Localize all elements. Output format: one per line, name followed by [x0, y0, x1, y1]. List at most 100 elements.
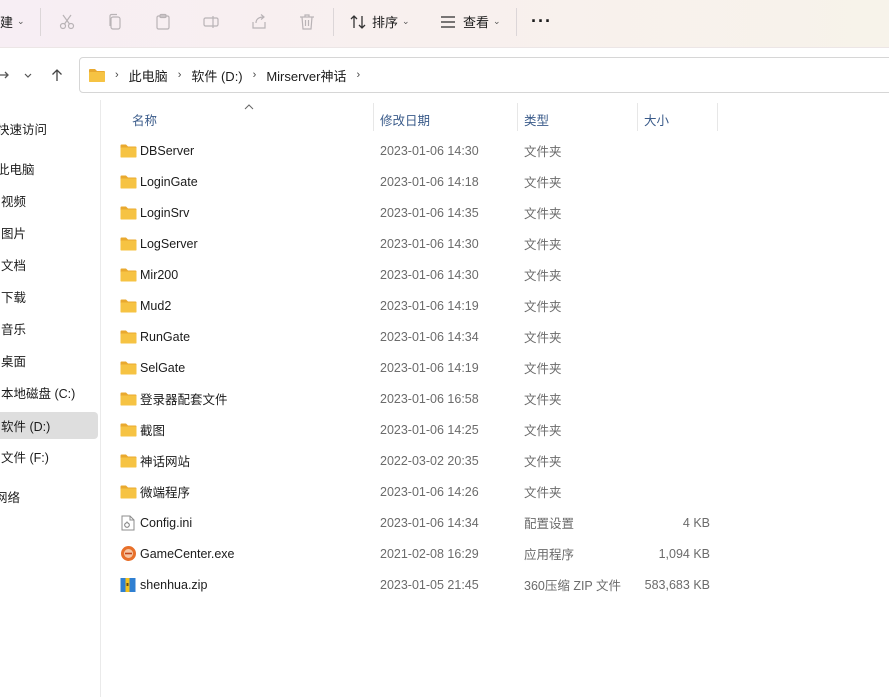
sidebar-item-desktop[interactable]: 桌面	[0, 347, 98, 374]
share-icon	[249, 12, 269, 32]
breadcrumb-mirserver[interactable]: Mirserver神话	[266, 66, 346, 85]
toolbar-divider	[40, 8, 41, 36]
paste-button[interactable]	[153, 0, 173, 43]
file-row[interactable]: 截图 2023-01-06 14:25 文件夹	[112, 414, 722, 445]
file-date-modified: 2023-01-06 14:25	[380, 422, 479, 437]
sidebar-item-label: 视频	[1, 195, 27, 209]
file-row[interactable]: DBServer 2023-01-06 14:30 文件夹	[112, 135, 722, 166]
breadcrumb-separator-icon: ›	[177, 69, 182, 81]
file-type: 文件夹	[524, 238, 562, 252]
forward-arrow-icon[interactable]	[0, 66, 14, 84]
folder-icon	[119, 321, 137, 352]
toolbar-divider	[333, 8, 334, 36]
file-row[interactable]: GameCenter.exe 2021-02-08 16:29 应用程序 1,094 …	[112, 538, 722, 569]
chevron-down-icon: ⌄	[493, 16, 501, 26]
file-name: Config.ini	[140, 515, 193, 530]
breadcrumb-drive-d[interactable]: 软件 (D:)	[191, 66, 242, 85]
sidebar-item-documents[interactable]: 文档	[0, 251, 98, 278]
toolbar-divider	[516, 8, 517, 36]
share-button[interactable]	[249, 0, 269, 43]
file-type: 文件夹	[524, 393, 562, 407]
file-name: shenhua.zip	[140, 577, 208, 592]
folder-icon	[119, 383, 137, 414]
sidebar-item-network[interactable]: 网络	[0, 483, 98, 510]
file-date-modified: 2023-01-06 14:19	[380, 298, 479, 313]
breadcrumb-separator-icon: ›	[115, 69, 119, 81]
column-header-type[interactable]: 类型	[524, 108, 549, 130]
file-row[interactable]: 微端程序 2023-01-06 14:26 文件夹	[112, 476, 722, 507]
sort-label: 排序	[372, 15, 399, 30]
ini-file-icon	[119, 507, 137, 538]
file-row[interactable]: 登录器配套文件 2023-01-06 16:58 文件夹	[112, 383, 722, 414]
scissors-icon	[57, 12, 77, 32]
rename-icon	[201, 12, 221, 32]
file-row[interactable]: SelGate 2023-01-06 14:19 文件夹	[112, 352, 722, 383]
file-date-modified: 2023-01-06 14:30	[380, 267, 479, 282]
sort-button[interactable]: 排序 ⌄	[348, 0, 410, 43]
new-button[interactable]: 建 ⌄	[0, 0, 25, 43]
view-button[interactable]: 查看 ⌄	[438, 0, 501, 43]
view-list-icon	[438, 12, 458, 32]
file-type: 文件夹	[524, 455, 562, 469]
file-type: 配置设置	[524, 517, 575, 531]
file-date-modified: 2023-01-06 14:34	[380, 515, 479, 530]
sidebar-item-pictures[interactable]: 图片	[0, 219, 98, 246]
recent-locations-chevron-icon[interactable]	[18, 66, 38, 84]
breadcrumb-separator-icon: ›	[252, 69, 257, 81]
file-row[interactable]: shenhua.zip 2023-01-05 21:45 360压缩 ZIP 文件 5…	[112, 569, 722, 600]
file-row[interactable]: Mir200 2023-01-06 14:30 文件夹	[112, 259, 722, 290]
column-header-date[interactable]: 修改日期	[380, 108, 430, 130]
breadcrumb-this-pc[interactable]: 此电脑	[129, 66, 168, 85]
folder-icon	[119, 259, 137, 290]
file-type: 文件夹	[524, 269, 562, 283]
sidebar-item-quick-access[interactable]: 快速访问	[0, 115, 98, 142]
file-size	[602, 414, 710, 445]
file-row[interactable]: LoginSrv 2023-01-06 14:35 文件夹	[112, 197, 722, 228]
folder-icon	[119, 135, 137, 166]
sidebar-item-drive-c[interactable]: 本地磁盘 (C:)	[0, 379, 98, 406]
column-header-size[interactable]: 大小	[644, 108, 669, 130]
file-row[interactable]: Config.ini 2023-01-06 14:34 配置设置 4 KB	[112, 507, 722, 538]
file-row[interactable]: LoginGate 2023-01-06 14:18 文件夹	[112, 166, 722, 197]
file-date-modified: 2022-03-02 20:35	[380, 453, 479, 468]
file-name: RunGate	[140, 329, 191, 344]
column-header-name[interactable]: 名称	[132, 108, 157, 130]
sidebar-item-drive-d[interactable]: 软件 (D:)	[0, 412, 98, 439]
copy-button[interactable]	[105, 0, 125, 43]
column-divider[interactable]	[717, 103, 718, 131]
more-options-button[interactable]: ···	[531, 0, 552, 43]
file-name: LoginGate	[140, 174, 198, 189]
file-name: LoginSrv	[140, 205, 190, 220]
sidebar-item-music[interactable]: 音乐	[0, 315, 98, 342]
sidebar-item-drive-f[interactable]: 文件 (F:)	[0, 443, 98, 470]
file-row[interactable]: 神话网站 2022-03-02 20:35 文件夹	[112, 445, 722, 476]
sidebar-item-videos[interactable]: 视频	[0, 187, 98, 214]
cut-button[interactable]	[57, 0, 77, 43]
sidebar-item-this-pc[interactable]: 此电脑	[0, 155, 98, 182]
sidebar-item-downloads[interactable]: 下载	[0, 283, 98, 310]
sidebar-item-label: 软件 (D:)	[1, 420, 51, 434]
file-size	[602, 476, 710, 507]
sidebar-item-label: 桌面	[1, 355, 27, 369]
file-size: 1,094 KB	[658, 546, 710, 561]
delete-button[interactable]	[297, 0, 317, 43]
rename-button[interactable]	[201, 0, 221, 43]
file-date-modified: 2023-01-06 16:58	[380, 391, 479, 406]
file-type: 文件夹	[524, 486, 562, 500]
file-row[interactable]: LogServer 2023-01-06 14:30 文件夹	[112, 228, 722, 259]
file-name: GameCenter.exe	[140, 546, 235, 561]
sidebar-item-label: 音乐	[1, 323, 27, 337]
up-arrow-icon[interactable]	[47, 66, 67, 84]
file-name: 神话网站	[140, 455, 191, 469]
folder-icon	[119, 228, 137, 259]
address-bar[interactable]: › 此电脑 › 软件 (D:) › Mirserver神话 ›	[79, 57, 889, 93]
folder-icon	[119, 290, 137, 321]
file-size	[602, 352, 710, 383]
file-row[interactable]: Mud2 2023-01-06 14:19 文件夹	[112, 290, 722, 321]
column-divider[interactable]	[637, 103, 638, 131]
file-size	[602, 383, 710, 414]
zip-archive-icon	[119, 569, 137, 600]
file-row[interactable]: RunGate 2023-01-06 14:34 文件夹	[112, 321, 722, 352]
column-divider[interactable]	[373, 103, 374, 131]
column-divider[interactable]	[517, 103, 518, 131]
